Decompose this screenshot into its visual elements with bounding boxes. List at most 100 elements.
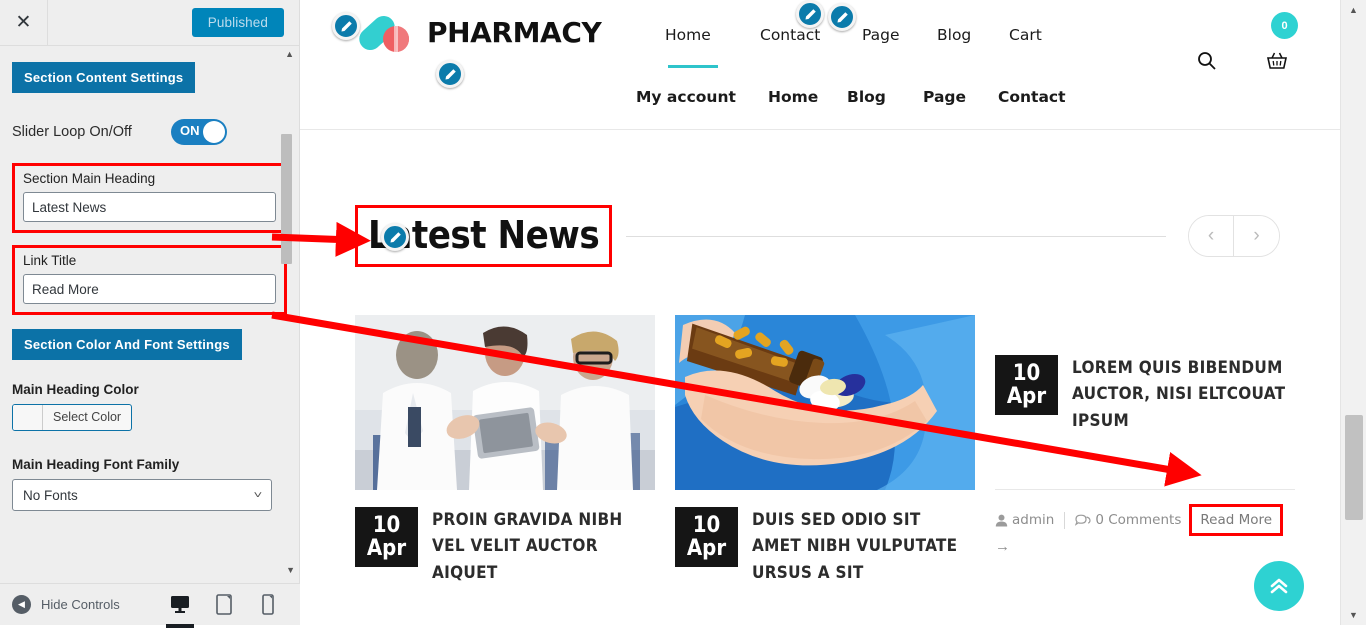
- slider-loop-label: Slider Loop On/Off: [12, 124, 132, 140]
- scrollbar-thumb[interactable]: [1345, 415, 1363, 520]
- news-title-2[interactable]: DUIS SED ODIO SIT AMET NIBH VULPUTATE UR…: [752, 507, 975, 586]
- site-logo[interactable]: PHARMACY: [355, 8, 602, 56]
- section-main-heading-group: Section Main Heading: [12, 163, 287, 233]
- read-more-highlight: Read More: [1189, 504, 1284, 537]
- site-header: PHARMACY Home Contact Page Blog Cart My …: [300, 0, 1340, 130]
- nav-item-contact-2[interactable]: Contact: [998, 88, 1066, 106]
- hide-controls-button[interactable]: ◀ Hide Controls: [12, 595, 120, 614]
- desktop-icon[interactable]: [166, 594, 194, 628]
- mobile-icon[interactable]: [262, 593, 282, 616]
- panel-scroll-track[interactable]: [282, 46, 292, 583]
- news-date-badge-2: 10 Apr: [675, 507, 738, 567]
- publish-button[interactable]: Published: [191, 8, 284, 37]
- section-main-heading-input[interactable]: [23, 192, 276, 222]
- nav-item-my-account[interactable]: My account: [636, 88, 768, 106]
- link-title-input[interactable]: [23, 274, 276, 304]
- main-heading-color-group: Main Heading Color Select Color: [12, 382, 287, 435]
- link-title-label: Link Title: [23, 253, 77, 268]
- hide-controls-label: Hide Controls: [41, 597, 120, 612]
- nav-item-home[interactable]: Home: [665, 26, 760, 44]
- author-name: admin: [1012, 512, 1055, 529]
- browser-scrollbar[interactable]: ▲ ▼: [1340, 0, 1366, 625]
- edit-pin-primary-menu[interactable]: [796, 0, 824, 28]
- main-heading-font-family-group: Main Heading Font Family No Fonts ˅: [12, 457, 287, 511]
- comments-count: 0 Comments: [1095, 512, 1182, 529]
- customizer-topbar: ✕ Published: [0, 0, 299, 46]
- news-date-month-2: Apr: [686, 536, 727, 561]
- customizer-body: ▲ ▼ Section Content Settings Slider Loop…: [0, 46, 299, 583]
- color-swatch: [13, 405, 43, 430]
- cart-count-badge: 0: [1271, 12, 1298, 39]
- section-color-font-settings-button[interactable]: Section Color And Font Settings: [12, 329, 242, 360]
- news-image-pills: [675, 315, 975, 490]
- comments-meta: 0 Comments: [1075, 512, 1181, 528]
- news-date-badge-3: 10 Apr: [995, 355, 1058, 415]
- meta-separator: [995, 489, 1295, 491]
- edit-pin-logo[interactable]: [332, 12, 360, 40]
- slider-nav: ‹ ›: [1188, 215, 1280, 257]
- slider-next-button[interactable]: ›: [1234, 216, 1279, 256]
- news-date-day-2: 10: [692, 512, 721, 538]
- author-meta: admin: [995, 512, 1054, 528]
- panel-scroll-thumb[interactable]: [281, 134, 292, 264]
- slider-loop-row: Slider Loop On/Off ON: [12, 119, 287, 145]
- news-card-1[interactable]: 10 Apr PROIN GRAVIDA NIBH VEL VELIT AUCT…: [355, 315, 655, 586]
- news-date-day-1: 10: [372, 512, 401, 538]
- close-icon[interactable]: ✕: [0, 0, 48, 45]
- main-heading-color-label: Main Heading Color: [12, 382, 139, 397]
- slider-loop-state: ON: [180, 123, 200, 138]
- news-meta-row: admin 0 Comments Read More: [995, 504, 1295, 537]
- news-image-doctors: [355, 315, 655, 490]
- customizer-footer: ◀ Hide Controls: [0, 583, 300, 628]
- read-more-link[interactable]: Read More: [1200, 512, 1272, 528]
- search-icon[interactable]: [1197, 51, 1216, 75]
- nav-item-blog-2[interactable]: Blog: [847, 88, 923, 106]
- select-color-button[interactable]: Select Color: [12, 404, 133, 431]
- heading-divider-line: [626, 235, 1166, 237]
- nav-item-cart[interactable]: Cart: [1009, 26, 1042, 44]
- scrollbar-down-arrow[interactable]: ▼: [1349, 610, 1358, 620]
- news-card-3[interactable]: 10 Apr LOREM QUIS BIBENDUM AUCTOR, NISI …: [995, 315, 1295, 586]
- link-title-group: Link Title: [12, 245, 287, 315]
- collapse-icon: ◀: [12, 595, 31, 614]
- news-date-month-3: Apr: [1006, 384, 1047, 409]
- slider-loop-toggle[interactable]: ON: [171, 119, 227, 145]
- chevron-down-icon: ˅: [253, 489, 263, 501]
- news-date-badge-1: 10 Apr: [355, 507, 418, 567]
- section-content-settings-button[interactable]: Section Content Settings: [12, 62, 196, 93]
- scrollbar-up-arrow[interactable]: ▲: [1349, 5, 1358, 15]
- font-family-value: No Fonts: [23, 487, 78, 503]
- active-nav-underline: [668, 65, 718, 68]
- nav-item-home-2[interactable]: Home: [768, 88, 847, 106]
- slider-prev-button[interactable]: ‹: [1189, 216, 1234, 256]
- logo-text: PHARMACY: [427, 15, 602, 49]
- tablet-icon[interactable]: [216, 593, 236, 616]
- device-preview-switcher: [166, 593, 282, 628]
- scroll-to-top-button[interactable]: [1254, 561, 1304, 611]
- news-card-1-meta: 10 Apr PROIN GRAVIDA NIBH VEL VELIT AUCT…: [355, 507, 655, 586]
- main-heading-font-family-label: Main Heading Font Family: [12, 457, 180, 472]
- news-card-2[interactable]: 10 Apr DUIS SED ODIO SIT AMET NIBH VULPU…: [675, 315, 975, 586]
- meta-arrow-icon: →: [995, 538, 1010, 556]
- news-title-3[interactable]: LOREM QUIS BIBENDUM AUCTOR, NISI ELTCOUA…: [1072, 355, 1295, 434]
- edit-pin-tagline[interactable]: [436, 60, 464, 88]
- nav-item-blog[interactable]: Blog: [937, 26, 1009, 44]
- secondary-nav: My account Home Blog Page Contact: [636, 88, 1066, 106]
- panel-scroll-down-arrow[interactable]: ▼: [286, 566, 295, 575]
- basket-icon[interactable]: [1266, 50, 1288, 76]
- select-color-label: Select Color: [53, 410, 122, 424]
- news-grid: 10 Apr PROIN GRAVIDA NIBH VEL VELIT AUCT…: [355, 315, 1295, 586]
- comments-icon: [1075, 514, 1091, 526]
- customizer-panel: ✕ Published ▲ ▼ Section Content Settings…: [0, 0, 300, 628]
- news-date-month-1: Apr: [366, 536, 407, 561]
- nav-item-page-2[interactable]: Page: [923, 88, 998, 106]
- news-date-day-3: 10: [1012, 360, 1041, 386]
- section-main-heading-label: Section Main Heading: [23, 171, 156, 186]
- edit-pin-secondary-menu[interactable]: [828, 3, 856, 31]
- user-icon: [995, 514, 1008, 527]
- edit-pin-section[interactable]: [381, 223, 409, 251]
- news-title-1[interactable]: PROIN GRAVIDA NIBH VEL VELIT AUCTOR AIQU…: [432, 507, 655, 586]
- font-family-select[interactable]: No Fonts ˅: [12, 479, 272, 511]
- nav-item-page[interactable]: Page: [862, 26, 937, 44]
